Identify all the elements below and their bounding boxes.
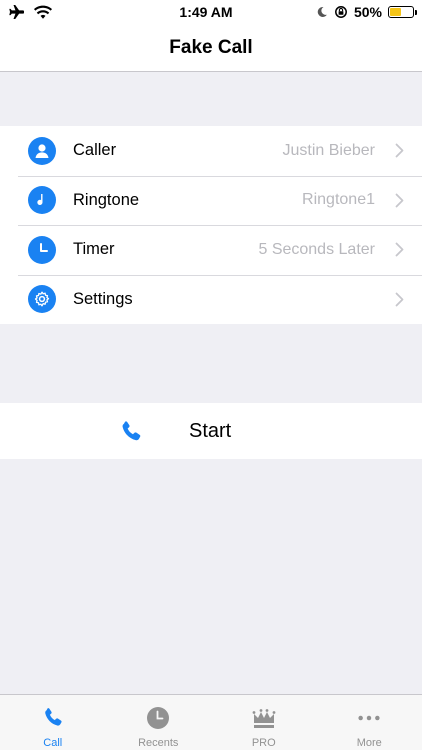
chevron-right-icon xyxy=(395,292,404,307)
status-left xyxy=(8,5,128,19)
timer-value: 5 Seconds Later xyxy=(258,240,375,258)
wifi-icon xyxy=(34,5,52,19)
chevron-right-icon xyxy=(395,242,404,257)
chevron-right-icon xyxy=(395,143,404,158)
tab-recents-label: Recents xyxy=(138,737,179,749)
crown-icon xyxy=(251,705,277,731)
tab-bar: Call Recents PRO More xyxy=(0,694,422,750)
phone-icon xyxy=(122,421,141,441)
tab-pro[interactable]: PRO xyxy=(211,695,317,750)
settings-row[interactable]: Settings xyxy=(0,274,422,325)
clock-icon xyxy=(145,705,171,731)
tab-call-label: Call xyxy=(43,737,63,749)
rotation-lock-icon xyxy=(335,6,347,18)
phone-icon xyxy=(40,705,66,731)
person-icon xyxy=(28,136,56,165)
ringtone-value: Ringtone1 xyxy=(302,191,375,209)
caller-row[interactable]: Caller Justin Bieber xyxy=(0,126,422,176)
start-label: Start xyxy=(189,420,232,442)
navigation-bar: Fake Call xyxy=(0,24,422,72)
settings-label: Settings xyxy=(73,289,133,308)
gear-icon xyxy=(28,285,56,314)
settings-list: Caller Justin Bieber Ringtone Ringtone1 … xyxy=(0,126,422,324)
ringtone-row[interactable]: Ringtone Ringtone1 xyxy=(0,175,422,226)
timer-row[interactable]: Timer 5 Seconds Later xyxy=(0,225,422,275)
status-right: 50% xyxy=(284,4,417,20)
battery-fill xyxy=(390,8,401,16)
moon-icon xyxy=(317,6,327,17)
caller-label: Caller xyxy=(73,141,117,160)
ringtone-label: Ringtone xyxy=(73,190,140,209)
tab-recents[interactable]: Recents xyxy=(106,695,212,750)
tab-call[interactable]: Call xyxy=(0,695,106,750)
more-icon xyxy=(356,705,382,731)
caller-value: Justin Bieber xyxy=(282,141,376,159)
battery-icon xyxy=(388,6,417,18)
timer-label: Timer xyxy=(73,240,115,259)
tab-pro-label: PRO xyxy=(251,737,276,749)
status-time: 1:49 AM xyxy=(179,4,233,20)
airplane-icon xyxy=(9,5,24,19)
clock-icon xyxy=(28,235,56,264)
chevron-right-icon xyxy=(395,193,404,208)
music-note-icon xyxy=(28,186,56,215)
tab-more[interactable]: More xyxy=(317,695,422,750)
tab-more-label: More xyxy=(356,737,382,749)
status-bar: 1:49 AM 50% xyxy=(0,0,422,24)
battery-percent: 50% xyxy=(353,4,382,20)
start-button[interactable]: Start xyxy=(0,403,422,459)
page-title: Fake Call xyxy=(169,36,253,58)
